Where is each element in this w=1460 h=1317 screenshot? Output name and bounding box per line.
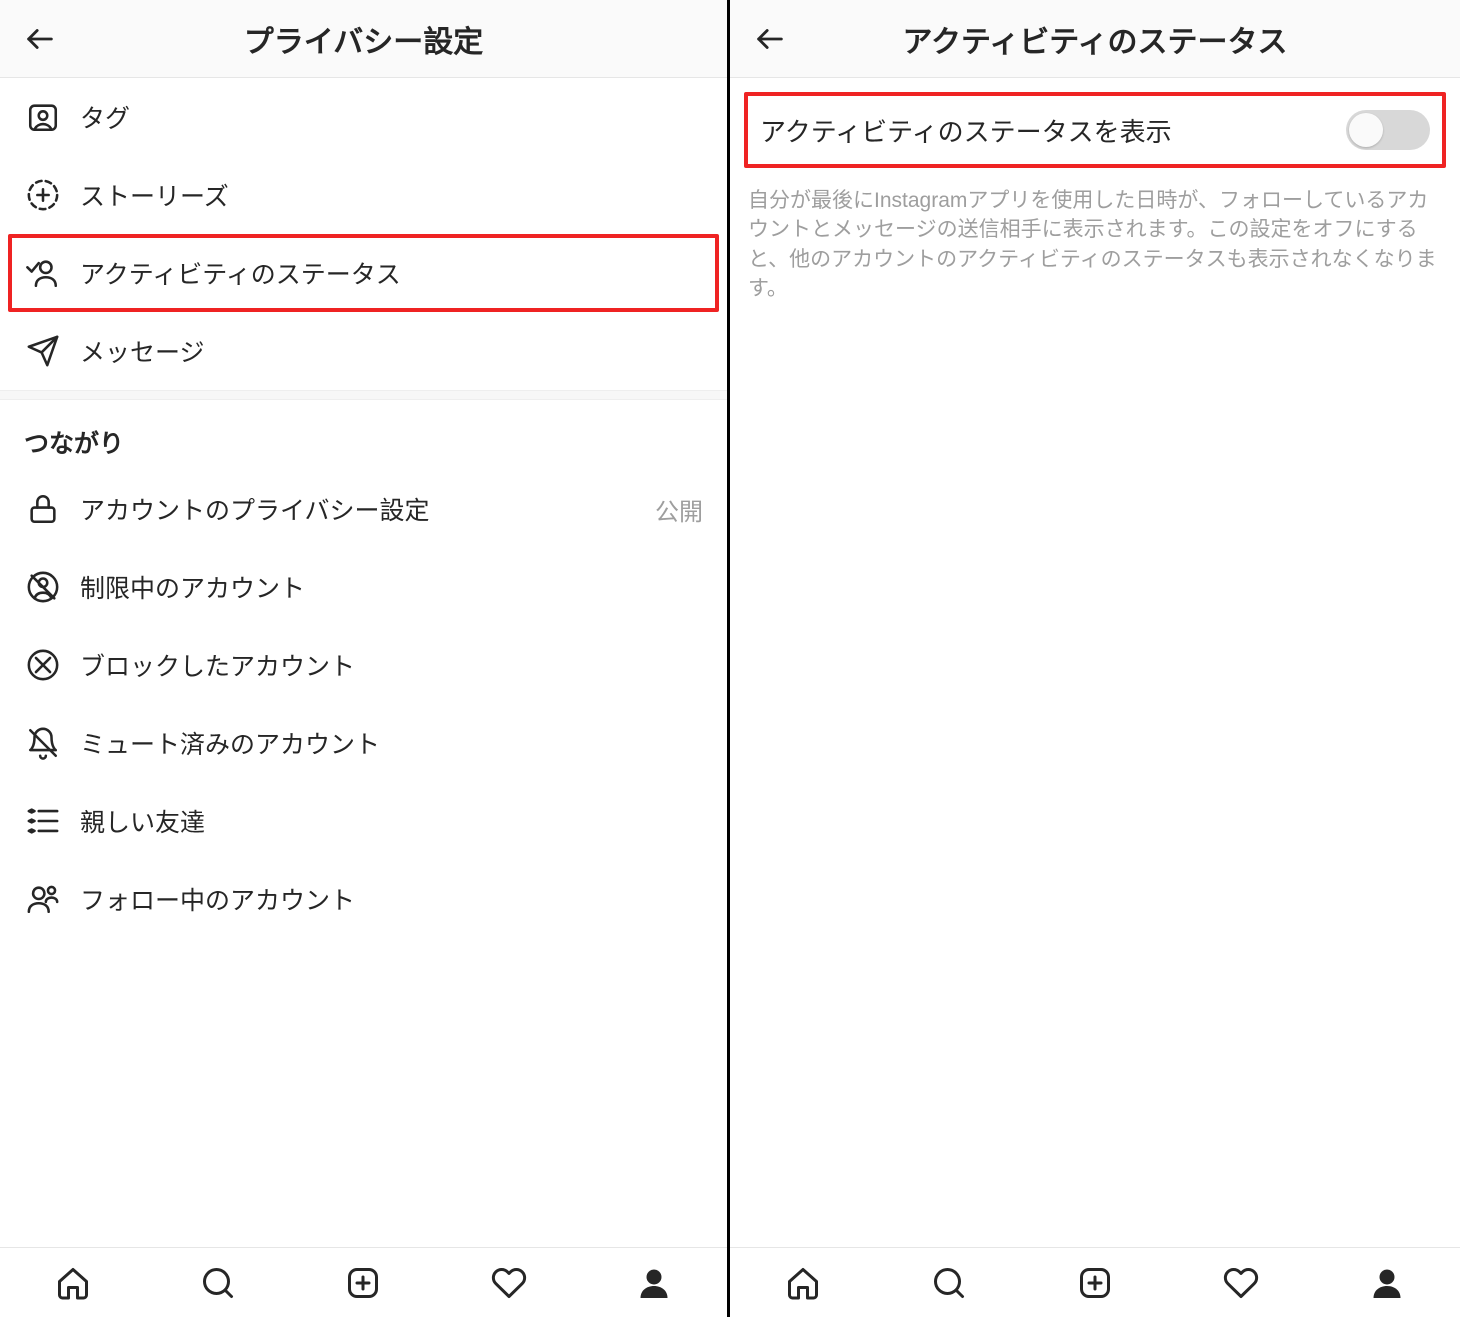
row-label: アクティビティのステータス	[80, 255, 703, 291]
row-muted[interactable]: ミュート済みのアカウント	[0, 704, 727, 782]
row-label: 親しい友達	[80, 803, 703, 839]
lock-icon	[24, 490, 62, 528]
nav-create[interactable]	[1071, 1259, 1119, 1307]
row-blocked[interactable]: ブロックしたアカウント	[0, 626, 727, 704]
row-stories[interactable]: ストーリーズ	[0, 156, 727, 234]
row-restricted[interactable]: 制限中のアカウント	[0, 548, 727, 626]
nav-home[interactable]	[49, 1259, 97, 1307]
muted-icon	[24, 724, 62, 762]
tag-user-icon	[24, 98, 62, 136]
row-label: ミュート済みのアカウント	[80, 725, 703, 761]
nav-home[interactable]	[779, 1259, 827, 1307]
row-account-privacy[interactable]: アカウントのプライバシー設定 公開	[0, 470, 727, 548]
row-label: 制限中のアカウント	[80, 569, 703, 605]
row-label: ストーリーズ	[80, 177, 703, 213]
header-right: アクティビティのステータス	[730, 0, 1460, 78]
close-friends-icon	[24, 802, 62, 840]
activity-status-content: アクティビティのステータスを表示 自分が最後にInstagramアプリを使用した…	[730, 78, 1460, 1247]
nav-heart[interactable]	[1217, 1259, 1265, 1307]
nav-heart[interactable]	[485, 1259, 533, 1307]
row-value: 公開	[655, 492, 703, 527]
nav-profile[interactable]	[630, 1259, 678, 1307]
row-label: フォロー中のアカウント	[80, 881, 703, 917]
bottom-nav	[0, 1247, 727, 1317]
following-icon	[24, 880, 62, 918]
privacy-settings-panel: プライバシー設定 タグ ストーリーズ アクティビティのステータス メ	[0, 0, 730, 1317]
row-close-friends[interactable]: 親しい友達	[0, 782, 727, 860]
row-label: ブロックしたアカウント	[80, 647, 703, 683]
row-messages[interactable]: メッセージ	[0, 312, 727, 390]
section-divider	[0, 390, 727, 400]
header-left: プライバシー設定	[0, 0, 727, 78]
toggle-description: 自分が最後にInstagramアプリを使用した日時が、フォローしているアカウント…	[730, 168, 1460, 304]
row-following[interactable]: フォロー中のアカウント	[0, 860, 727, 938]
restricted-icon	[24, 568, 62, 606]
nav-create[interactable]	[339, 1259, 387, 1307]
page-title: アクティビティのステータス	[748, 17, 1442, 61]
nav-search[interactable]	[925, 1259, 973, 1307]
page-title: プライバシー設定	[18, 17, 709, 61]
activity-status-panel: アクティビティのステータス アクティビティのステータスを表示 自分が最後にIns…	[730, 0, 1460, 1317]
row-label: アカウントのプライバシー設定	[80, 491, 655, 527]
toggle-switch[interactable]	[1346, 110, 1430, 150]
row-label: タグ	[80, 99, 703, 135]
row-tags[interactable]: タグ	[0, 78, 727, 156]
nav-search[interactable]	[194, 1259, 242, 1307]
toggle-label: アクティビティのステータスを表示	[760, 112, 1346, 149]
section-header-connections: つながり	[0, 400, 727, 470]
settings-list: タグ ストーリーズ アクティビティのステータス メッセージ つながり	[0, 78, 727, 1247]
activity-status-toggle-row[interactable]: アクティビティのステータスを表示	[744, 92, 1446, 168]
bottom-nav	[730, 1247, 1460, 1317]
row-label: メッセージ	[80, 333, 703, 369]
story-add-icon	[24, 176, 62, 214]
row-activity-status[interactable]: アクティビティのステータス	[8, 234, 719, 312]
activity-status-icon	[24, 254, 62, 292]
toggle-knob	[1349, 113, 1383, 147]
blocked-icon	[24, 646, 62, 684]
send-icon	[24, 332, 62, 370]
nav-profile[interactable]	[1363, 1259, 1411, 1307]
